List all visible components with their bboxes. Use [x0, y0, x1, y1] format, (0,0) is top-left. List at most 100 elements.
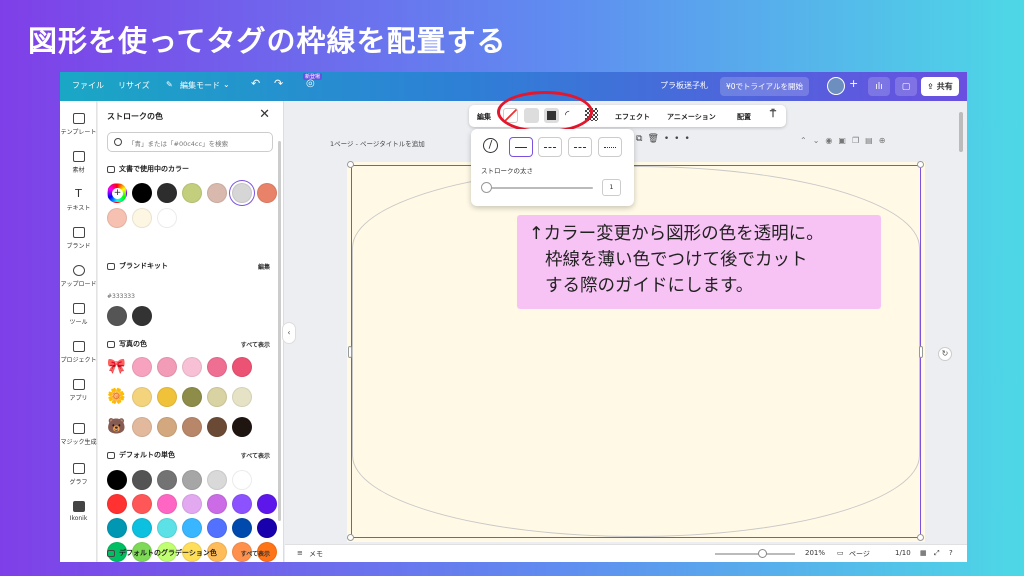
pages-icon[interactable]: ▭	[837, 549, 844, 557]
photo-color-swatch[interactable]	[232, 387, 252, 407]
photo-color-swatch[interactable]	[157, 417, 177, 437]
duplicate-icon[interactable]: ⧉	[636, 134, 647, 144]
rail-item-tools[interactable]: ツール	[60, 303, 97, 326]
chevron-up-icon[interactable]: ⌃	[800, 136, 813, 145]
photo-show-all-link[interactable]: すべて表示	[241, 340, 270, 349]
default-color-swatch[interactable]	[132, 470, 152, 490]
default-color-swatch[interactable]	[157, 494, 177, 514]
photo-color-swatch[interactable]	[182, 387, 202, 407]
color-swatch[interactable]	[132, 208, 152, 228]
color-swatch[interactable]	[207, 183, 227, 203]
photo-color-swatch[interactable]	[207, 357, 227, 377]
fullscreen-icon[interactable]: ⤢	[934, 549, 940, 558]
default-color-swatch[interactable]	[157, 470, 177, 490]
rail-item-magic[interactable]: マジック生成	[60, 423, 97, 446]
duplicate-icon[interactable]: ❐	[852, 136, 865, 145]
color-swatch[interactable]	[107, 208, 127, 228]
notes-button[interactable]: メモ	[309, 549, 323, 559]
default-color-swatch[interactable]	[257, 518, 277, 538]
color-swatch[interactable]	[257, 183, 277, 203]
photo-color-swatch[interactable]	[157, 357, 177, 377]
photo-color-swatch[interactable]	[207, 417, 227, 437]
stroke-width-knob[interactable]	[481, 182, 492, 193]
side-handle[interactable]	[348, 346, 352, 358]
avatar[interactable]	[827, 77, 845, 95]
color-swatch[interactable]	[132, 183, 152, 203]
page-title[interactable]: 1ページ - ページタイトルを追加	[330, 138, 425, 148]
color-swatch[interactable]	[157, 208, 177, 228]
grid-view-icon[interactable]: ▦	[920, 549, 927, 557]
photo-color-swatch[interactable]	[182, 357, 202, 377]
stroke-none-option[interactable]: /	[479, 137, 503, 157]
rail-item-upload[interactable]: アップロード	[60, 265, 97, 288]
stroke-width-input[interactable]: 1	[602, 179, 621, 196]
default-color-swatch[interactable]	[182, 518, 202, 538]
default-color-swatch[interactable]	[207, 470, 227, 490]
stroke-dashed-option[interactable]	[538, 137, 562, 157]
stroke-dotted-option[interactable]	[598, 137, 622, 157]
share-button[interactable]: ⇪ 共有	[921, 77, 959, 96]
comment-icon[interactable]: ▢	[895, 77, 917, 96]
zoom-slider[interactable]	[715, 553, 795, 555]
help-icon[interactable]: ?	[949, 549, 953, 557]
color-swatch[interactable]	[182, 183, 202, 203]
zoom-knob[interactable]	[758, 549, 767, 558]
resize-handle[interactable]	[347, 161, 354, 168]
default-color-swatch[interactable]	[182, 494, 202, 514]
animation-button[interactable]: アニメーション	[667, 112, 716, 122]
redo-icon[interactable]: ↷	[274, 77, 283, 90]
default-color-swatch[interactable]	[182, 470, 202, 490]
rotate-icon[interactable]: ↻	[938, 347, 952, 361]
edit-mode-menu[interactable]: 編集モード	[180, 80, 220, 91]
plus-icon[interactable]: +	[849, 77, 858, 90]
chevron-down-icon[interactable]: ⌄	[223, 80, 230, 89]
default-color-swatch[interactable]	[132, 494, 152, 514]
chevron-down-icon[interactable]: ⌄	[813, 136, 826, 145]
photo-color-swatch[interactable]	[132, 387, 152, 407]
default-color-swatch[interactable]	[107, 470, 127, 490]
resize-handle[interactable]	[917, 161, 924, 168]
stroke-width-slider[interactable]	[483, 187, 593, 189]
color-swatch[interactable]	[157, 183, 177, 203]
canvas-scrollbar[interactable]	[959, 112, 963, 152]
rail-item-project[interactable]: プロジェクト	[60, 341, 97, 364]
rail-item-text[interactable]: T テキスト	[60, 188, 97, 212]
default-color-swatch[interactable]	[132, 518, 152, 538]
photo-color-swatch[interactable]	[182, 417, 202, 437]
color-search-input[interactable]: 「青」または「#00c4cc」を検索	[107, 132, 273, 152]
rail-item-apps[interactable]: アプリ	[60, 379, 97, 402]
default-color-swatch[interactable]	[107, 494, 127, 514]
rail-item-brand[interactable]: ブランド	[60, 227, 97, 250]
zoom-level[interactable]: 201%	[805, 549, 825, 557]
resize-handle[interactable]	[917, 534, 924, 541]
default-color-swatch[interactable]	[232, 470, 252, 490]
pages-button[interactable]: ページ	[849, 549, 870, 559]
bear-photo-thumb[interactable]: 🐻	[107, 417, 126, 435]
photo-color-swatch[interactable]	[157, 387, 177, 407]
photo-color-swatch[interactable]	[132, 357, 152, 377]
doc-title[interactable]: プラ板迷子札	[660, 80, 708, 91]
color-swatch[interactable]	[232, 183, 252, 203]
trial-button[interactable]: ¥0でトライアルを開始	[720, 77, 809, 96]
collapse-panel-button[interactable]: ‹	[282, 322, 296, 344]
photo-color-swatch[interactable]	[132, 417, 152, 437]
lock-icon[interactable]: ▣	[838, 136, 852, 145]
default-color-swatch[interactable]	[232, 494, 252, 514]
close-icon[interactable]: ✕	[259, 107, 270, 122]
brand-kit-edit-link[interactable]: 編集	[258, 262, 270, 271]
resize-menu[interactable]: リサイズ	[118, 80, 150, 91]
brand-color-swatch[interactable]	[132, 306, 152, 326]
default-show-all-link[interactable]: すべて表示	[241, 451, 270, 460]
default-color-swatch[interactable]	[107, 518, 127, 538]
default-color-swatch[interactable]	[207, 494, 227, 514]
rail-item-template[interactable]: テンプレート	[60, 113, 97, 136]
side-handle[interactable]	[919, 346, 923, 358]
rail-item-ikonik[interactable]: Ikonik	[60, 501, 97, 522]
panel-scrollbar[interactable]	[278, 141, 281, 521]
trash-icon[interactable]: ▤	[865, 136, 879, 145]
edit-button[interactable]: 編集	[477, 112, 491, 122]
sync-icon[interactable]: ◎	[306, 78, 315, 89]
default-color-swatch[interactable]	[257, 494, 277, 514]
stroke-short-dash-option[interactable]	[568, 137, 592, 157]
resize-handle[interactable]	[347, 534, 354, 541]
